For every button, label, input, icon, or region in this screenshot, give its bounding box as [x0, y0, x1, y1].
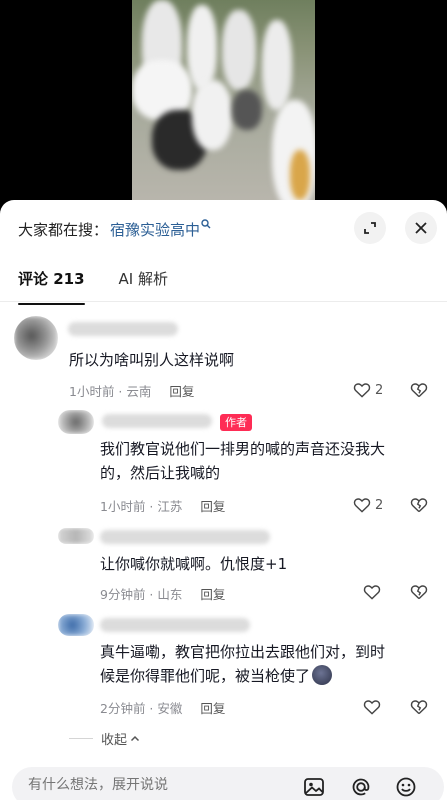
collapse-divider [69, 738, 93, 739]
comment-input-bar [12, 767, 444, 800]
heart-icon [363, 700, 381, 715]
reply-button[interactable]: 回复 [200, 698, 225, 717]
like-count: 2 [375, 382, 384, 398]
emoji-icon[interactable] [394, 775, 418, 799]
heart-icon [353, 383, 371, 398]
chevron-up-icon [130, 735, 140, 741]
author-badge: 作者 [220, 414, 252, 431]
video-frame [132, 0, 315, 205]
avatar[interactable] [58, 614, 94, 636]
comment-text-line: 的，然后让我喊的 [100, 464, 221, 482]
comment-time-location: 9分钟前 · 山东 [100, 587, 183, 602]
search-keyword[interactable]: 宿豫实验高中 [110, 219, 200, 240]
close-icon [415, 222, 427, 234]
comment-text: 真牛逼嘞，教官把你拉出去跟他们对，到时 候是你得罪他们呢，被当枪使了 [100, 640, 410, 688]
comment-text: 让你喊你就喊啊。仇恨度+1 [100, 555, 288, 573]
like-button[interactable]: 2 [352, 380, 383, 400]
tab-comments[interactable]: 评论 213 [18, 268, 85, 305]
video-player[interactable] [0, 0, 447, 205]
tab-bar: 评论 213 AI 解析 [18, 268, 168, 305]
username-blurred[interactable] [68, 322, 178, 336]
comment-meta: 9分钟前 · 山东 回复 [100, 584, 225, 603]
search-icon [201, 218, 211, 232]
collapse-replies-button[interactable]: 收起 [69, 729, 140, 748]
comment-time-location: 1小时前 · 云南 [69, 384, 152, 399]
dislike-button[interactable] [409, 495, 429, 519]
comment-text: 所以为啥叫别人这样说啊 [69, 351, 235, 369]
like-button[interactable] [362, 582, 382, 602]
emoji-icon [312, 665, 333, 685]
broken-heart-icon [410, 700, 428, 715]
broken-heart-icon [410, 383, 428, 398]
reply-button[interactable]: 回复 [200, 496, 225, 515]
avatar[interactable] [14, 316, 58, 360]
like-button[interactable]: 2 [352, 495, 383, 515]
image-icon[interactable] [302, 775, 326, 799]
comment-sheet: 大家都在搜： 宿豫实验高中 评论 213 AI 解析 所以为啥叫别人这样说啊 1… [0, 200, 447, 800]
comment-meta: 2分钟前 · 安徽 回复 [100, 698, 225, 717]
avatar[interactable] [58, 410, 94, 434]
dislike-button[interactable] [409, 582, 429, 606]
expand-icon [364, 222, 376, 234]
like-count: 2 [375, 497, 384, 513]
search-prefix: 大家都在搜： [18, 220, 109, 239]
tabs-divider [0, 301, 447, 302]
comment-meta: 1小时前 · 江苏 回复 [100, 496, 225, 515]
comment-input[interactable] [28, 777, 278, 793]
heart-icon [353, 498, 371, 513]
at-icon[interactable] [349, 775, 373, 799]
comment-text-line: 真牛逼嘞，教官把你拉出去跟他们对，到时 [100, 643, 386, 661]
username-blurred[interactable] [102, 414, 212, 428]
collapse-label: 收起 [101, 733, 128, 748]
dislike-button[interactable] [409, 380, 429, 404]
broken-heart-icon [410, 585, 428, 600]
comment-text-line: 候是你得罪他们呢，被当枪使了 [100, 667, 311, 685]
reply-button[interactable]: 回复 [200, 584, 225, 603]
heart-icon [363, 585, 381, 600]
comment-time-location: 1小时前 · 江苏 [100, 499, 183, 514]
like-button[interactable] [362, 697, 382, 717]
comment-text-line: 我们教官说他们一排男的喊的声音还没我大 [100, 440, 386, 458]
username-blurred[interactable] [100, 530, 270, 544]
expand-button[interactable] [354, 212, 386, 244]
close-button[interactable] [405, 212, 437, 244]
reply-button[interactable]: 回复 [169, 381, 194, 400]
broken-heart-icon [410, 498, 428, 513]
comment-time-location: 2分钟前 · 安徽 [100, 701, 183, 716]
comment-text: 我们教官说他们一排男的喊的声音还没我大 的，然后让我喊的 [100, 437, 400, 485]
avatar[interactable] [58, 528, 94, 544]
comment-meta: 1小时前 · 云南 回复 [69, 381, 194, 400]
dislike-button[interactable] [409, 697, 429, 721]
username-blurred[interactable] [100, 618, 250, 632]
tab-ai-analysis[interactable]: AI 解析 [119, 268, 168, 293]
search-suggestion[interactable]: 大家都在搜： 宿豫实验高中 [18, 216, 211, 242]
